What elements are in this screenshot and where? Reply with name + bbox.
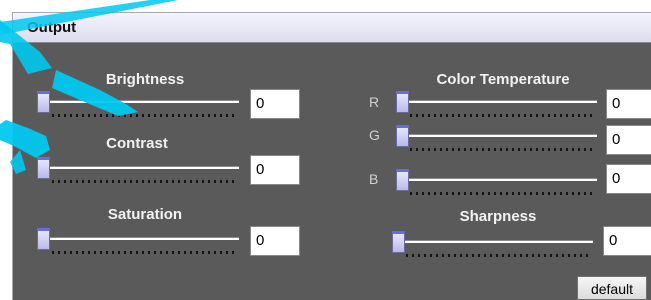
sharpness-value-field[interactable]: 0 [603, 226, 651, 256]
contrast-ticks [52, 180, 238, 183]
blue-ticks [410, 192, 596, 195]
panel-title: Output [27, 19, 77, 36]
sharpness-ticks [406, 254, 592, 257]
red-value-field[interactable]: 0 [606, 89, 651, 119]
green-channel-label: G [369, 127, 380, 143]
green-track [401, 134, 597, 137]
blue-channel-label: B [369, 171, 379, 187]
saturation-label: Saturation [107, 206, 183, 223]
contrast-label: Contrast [106, 135, 168, 152]
sharpness-label: Sharpness [459, 208, 537, 225]
red-channel-label: R [369, 94, 380, 110]
green-ticks [410, 148, 596, 151]
panel-titlebar: Output [13, 13, 651, 43]
sharpness-track [397, 240, 593, 243]
contrast-slider-thumb[interactable] [37, 157, 50, 179]
sharpness-slider-thumb[interactable] [392, 231, 405, 253]
default-button[interactable]: default [577, 276, 647, 300]
brightness-slider-thumb[interactable] [37, 91, 50, 113]
blue-track [401, 178, 597, 181]
red-slider-thumb[interactable] [396, 91, 409, 113]
saturation-track [43, 237, 239, 240]
brightness-label: Brightness [105, 71, 185, 88]
green-value-field[interactable]: 0 [606, 125, 651, 155]
blue-slider-thumb[interactable] [396, 169, 409, 191]
color-temperature-label: Color Temperature [436, 71, 570, 88]
saturation-value-field[interactable]: 0 [250, 226, 300, 256]
brightness-value-field[interactable]: 0 [250, 89, 300, 119]
green-slider-thumb[interactable] [396, 125, 409, 147]
contrast-track [43, 166, 239, 169]
saturation-slider-thumb[interactable] [37, 228, 50, 250]
red-ticks [410, 114, 596, 117]
brightness-track [43, 100, 239, 103]
red-track [401, 100, 597, 103]
contrast-value-field[interactable]: 0 [250, 155, 300, 185]
blue-value-field[interactable]: 0 [606, 164, 651, 194]
saturation-ticks [52, 251, 238, 254]
brightness-ticks [52, 114, 238, 117]
